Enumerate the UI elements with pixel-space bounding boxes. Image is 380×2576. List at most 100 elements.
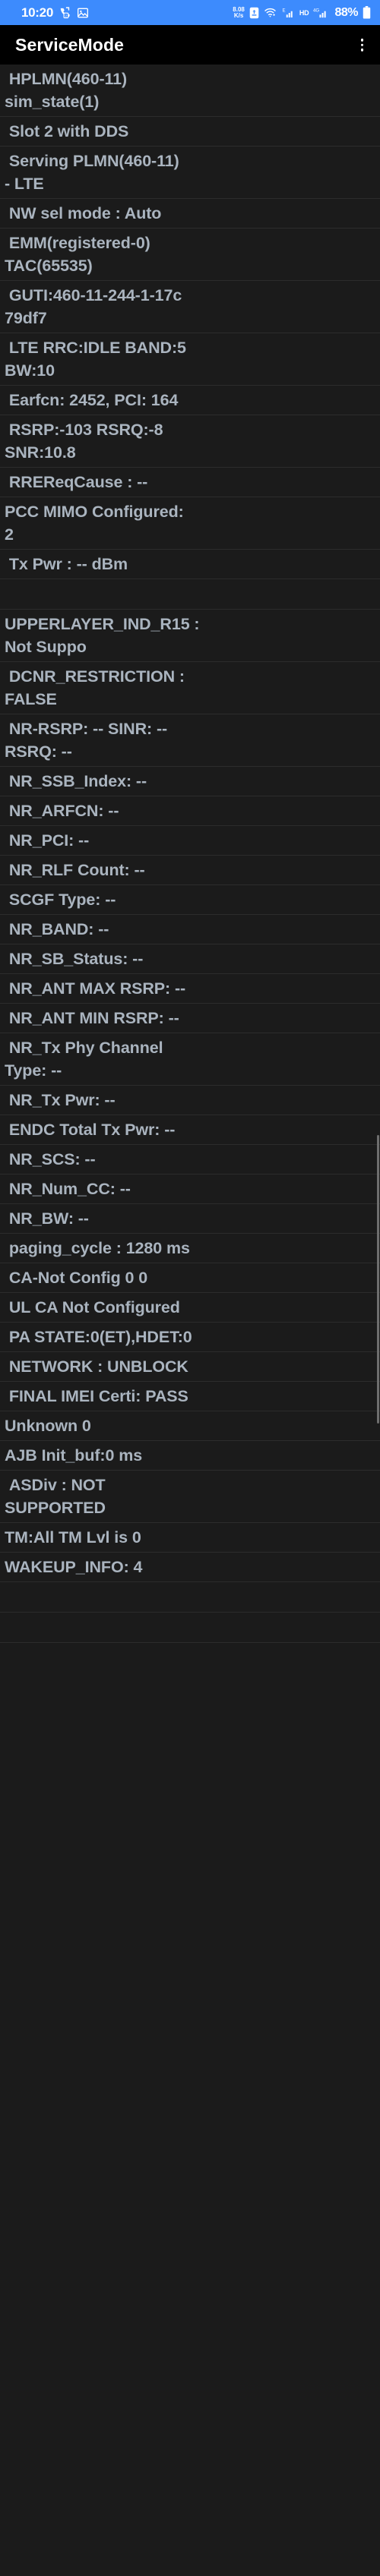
status-bar-right: 8.08 K/s E HD 4G 88% bbox=[233, 0, 371, 25]
list-item[interactable]: NW sel mode : Auto bbox=[0, 199, 380, 229]
list-item[interactable]: RREReqCause : -- bbox=[0, 468, 380, 497]
overflow-dot-3 bbox=[360, 48, 363, 52]
list-item-label: RREReqCause : -- bbox=[5, 473, 148, 491]
list-item-label: NR_Num_CC: -- bbox=[5, 1180, 131, 1198]
page-title: ServiceMode bbox=[15, 34, 124, 55]
list-item[interactable]: Earfcn: 2452, PCI: 164 bbox=[0, 386, 380, 415]
list-item[interactable]: Tx Pwr : -- dBm bbox=[0, 550, 380, 579]
list-item[interactable]: DCNR_RESTRICTION : FALSE bbox=[0, 662, 380, 714]
list-item-label: FINAL IMEI Certi: PASS bbox=[5, 1387, 188, 1405]
list-item-label: Tx Pwr : -- dBm bbox=[5, 555, 128, 573]
list-item-label: PCC MIMO Configured: 2 bbox=[5, 503, 184, 544]
list-item[interactable]: PCC MIMO Configured: 2 bbox=[0, 497, 380, 550]
battery-percent-label: 88% bbox=[334, 5, 358, 19]
app-bar: ServiceMode bbox=[0, 25, 380, 65]
list-item[interactable]: WAKEUP_INFO: 4 bbox=[0, 1553, 380, 1582]
list-item[interactable]: ENDC Total Tx Pwr: -- bbox=[0, 1115, 380, 1145]
list-item[interactable]: NR_Tx Pwr: -- bbox=[0, 1086, 380, 1115]
signal-4g-icon: 4G bbox=[313, 7, 328, 19]
list-item[interactable]: SCGF Type: -- bbox=[0, 885, 380, 915]
status-bar-clock: 10:20 bbox=[21, 5, 53, 20]
nfc-icon bbox=[249, 7, 259, 19]
missed-call-sim2-icon: 2 bbox=[59, 6, 71, 19]
list-item[interactable]: FINAL IMEI Certi: PASS bbox=[0, 1382, 380, 1411]
list-item[interactable]: NR_BW: -- bbox=[0, 1204, 380, 1234]
list-item-label: PA STATE:0(ET),HDET:0 bbox=[5, 1328, 192, 1346]
list-item-label: NR_BW: -- bbox=[5, 1209, 89, 1228]
list-item-label: EMM(registered-0) TAC(65535) bbox=[5, 234, 150, 275]
list-item[interactable]: Serving PLMN(460-11) - LTE bbox=[0, 147, 380, 199]
list-item[interactable]: UL CA Not Configured bbox=[0, 1293, 380, 1323]
list-item[interactable]: NR_ANT MAX RSRP: -- bbox=[0, 974, 380, 1004]
list-item-label: NR_BAND: -- bbox=[5, 920, 109, 938]
hd-icon: HD bbox=[299, 8, 309, 17]
list-item[interactable]: EMM(registered-0) TAC(65535) bbox=[0, 229, 380, 281]
list-item-label: LTE RRC:IDLE BAND:5 BW:10 bbox=[5, 339, 186, 380]
list-item[interactable]: Unknown 0 bbox=[0, 1411, 380, 1441]
list-item[interactable]: NR_SCS: -- bbox=[0, 1145, 380, 1174]
list-item-label: NR_SB_Status: -- bbox=[5, 950, 144, 968]
list-item[interactable]: LTE RRC:IDLE BAND:5 BW:10 bbox=[0, 333, 380, 386]
list-item[interactable]: Slot 2 with DDS bbox=[0, 117, 380, 147]
net-speed-icon: 8.08 K/s bbox=[233, 6, 245, 19]
list-item-label: NETWORK : UNBLOCK bbox=[5, 1357, 188, 1376]
list-item-label: NW sel mode : Auto bbox=[5, 204, 162, 222]
list-item-label: DCNR_RESTRICTION : FALSE bbox=[5, 667, 185, 708]
wifi-icon bbox=[264, 7, 277, 18]
list-item-label: NR_PCI: -- bbox=[5, 831, 90, 850]
list-item[interactable]: HPLMN(460-11) sim_state(1) bbox=[0, 65, 380, 117]
list-item-label: CA-Not Config 0 0 bbox=[5, 1269, 148, 1287]
list-item[interactable]: NETWORK : UNBLOCK bbox=[0, 1352, 380, 1382]
list-item[interactable]: NR_Num_CC: -- bbox=[0, 1174, 380, 1204]
list-item-label: NR_Tx Phy Channel Type: -- bbox=[5, 1039, 163, 1080]
list-item-label: HPLMN(460-11) sim_state(1) bbox=[5, 70, 128, 111]
list-item-label: NR_ANT MAX RSRP: -- bbox=[5, 979, 186, 998]
list-item[interactable]: RSRP:-103 RSRQ:-8 SNR:10.8 bbox=[0, 415, 380, 468]
list-item[interactable]: NR_ARFCN: -- bbox=[0, 796, 380, 826]
list-item[interactable]: NR-RSRP: -- SINR: -- RSRQ: -- bbox=[0, 714, 380, 767]
list-item-label: SCGF Type: -- bbox=[5, 891, 116, 909]
list-item[interactable]: AJB Init_buf:0 ms bbox=[0, 1441, 380, 1471]
gallery-icon bbox=[77, 7, 89, 19]
list-item-label: NR_SCS: -- bbox=[5, 1150, 96, 1168]
overflow-dot-2 bbox=[360, 43, 363, 46]
svg-text:4G: 4G bbox=[313, 8, 319, 13]
list-item-label: ASDiv : NOT SUPPORTED bbox=[5, 1476, 106, 1517]
service-mode-list[interactable]: HPLMN(460-11) sim_state(1) Slot 2 with D… bbox=[0, 65, 380, 2576]
list-item[interactable]: UPPERLAYER_IND_R15 : Not Suppo bbox=[0, 610, 380, 662]
list-item[interactable]: paging_cycle : 1280 ms bbox=[0, 1234, 380, 1263]
battery-icon bbox=[363, 6, 371, 19]
svg-text:2: 2 bbox=[65, 14, 68, 19]
list-item[interactable] bbox=[0, 1613, 380, 1643]
list-item-label: Slot 2 with DDS bbox=[5, 122, 129, 140]
vertical-scrollbar-thumb[interactable] bbox=[377, 1135, 379, 1424]
list-item-label: UPPERLAYER_IND_R15 : Not Suppo bbox=[5, 615, 200, 656]
list-item-label: RSRP:-103 RSRQ:-8 SNR:10.8 bbox=[5, 421, 163, 462]
list-item-label: ENDC Total Tx Pwr: -- bbox=[5, 1121, 176, 1139]
list-item-label: NR_SSB_Index: -- bbox=[5, 772, 147, 790]
list-item-label: NR_ANT MIN RSRP: -- bbox=[5, 1009, 179, 1027]
list-item-label: UL CA Not Configured bbox=[5, 1298, 180, 1316]
list-item[interactable]: PA STATE:0(ET),HDET:0 bbox=[0, 1323, 380, 1352]
list-item-label: TM:All TM Lvl is 0 bbox=[5, 1528, 141, 1547]
list-item[interactable]: NR_PCI: -- bbox=[0, 826, 380, 856]
list-item[interactable]: NR_RLF Count: -- bbox=[0, 856, 380, 885]
list-item-label: NR-RSRP: -- SINR: -- RSRQ: -- bbox=[5, 720, 168, 761]
list-item[interactable]: NR_SB_Status: -- bbox=[0, 944, 380, 974]
list-item[interactable]: NR_ANT MIN RSRP: -- bbox=[0, 1004, 380, 1033]
list-item[interactable]: GUTI:460-11-244-1-17c 79df7 bbox=[0, 281, 380, 333]
list-item[interactable]: NR_SSB_Index: -- bbox=[0, 767, 380, 796]
list-item-label: Earfcn: 2452, PCI: 164 bbox=[5, 391, 179, 409]
list-item[interactable]: ASDiv : NOT SUPPORTED bbox=[0, 1471, 380, 1523]
overflow-menu-icon[interactable] bbox=[356, 34, 369, 56]
list-item-label: Serving PLMN(460-11) - LTE bbox=[5, 152, 179, 193]
list-item-label: Unknown 0 bbox=[5, 1417, 91, 1435]
list-item[interactable]: NR_Tx Phy Channel Type: -- bbox=[0, 1033, 380, 1086]
list-item-label: NR_ARFCN: -- bbox=[5, 802, 119, 820]
list-item[interactable] bbox=[0, 579, 380, 610]
list-item[interactable]: CA-Not Config 0 0 bbox=[0, 1263, 380, 1293]
list-item-label: NR_RLF Count: -- bbox=[5, 861, 145, 879]
list-item[interactable]: TM:All TM Lvl is 0 bbox=[0, 1523, 380, 1553]
list-item[interactable]: NR_BAND: -- bbox=[0, 915, 380, 944]
list-item[interactable] bbox=[0, 1582, 380, 1613]
